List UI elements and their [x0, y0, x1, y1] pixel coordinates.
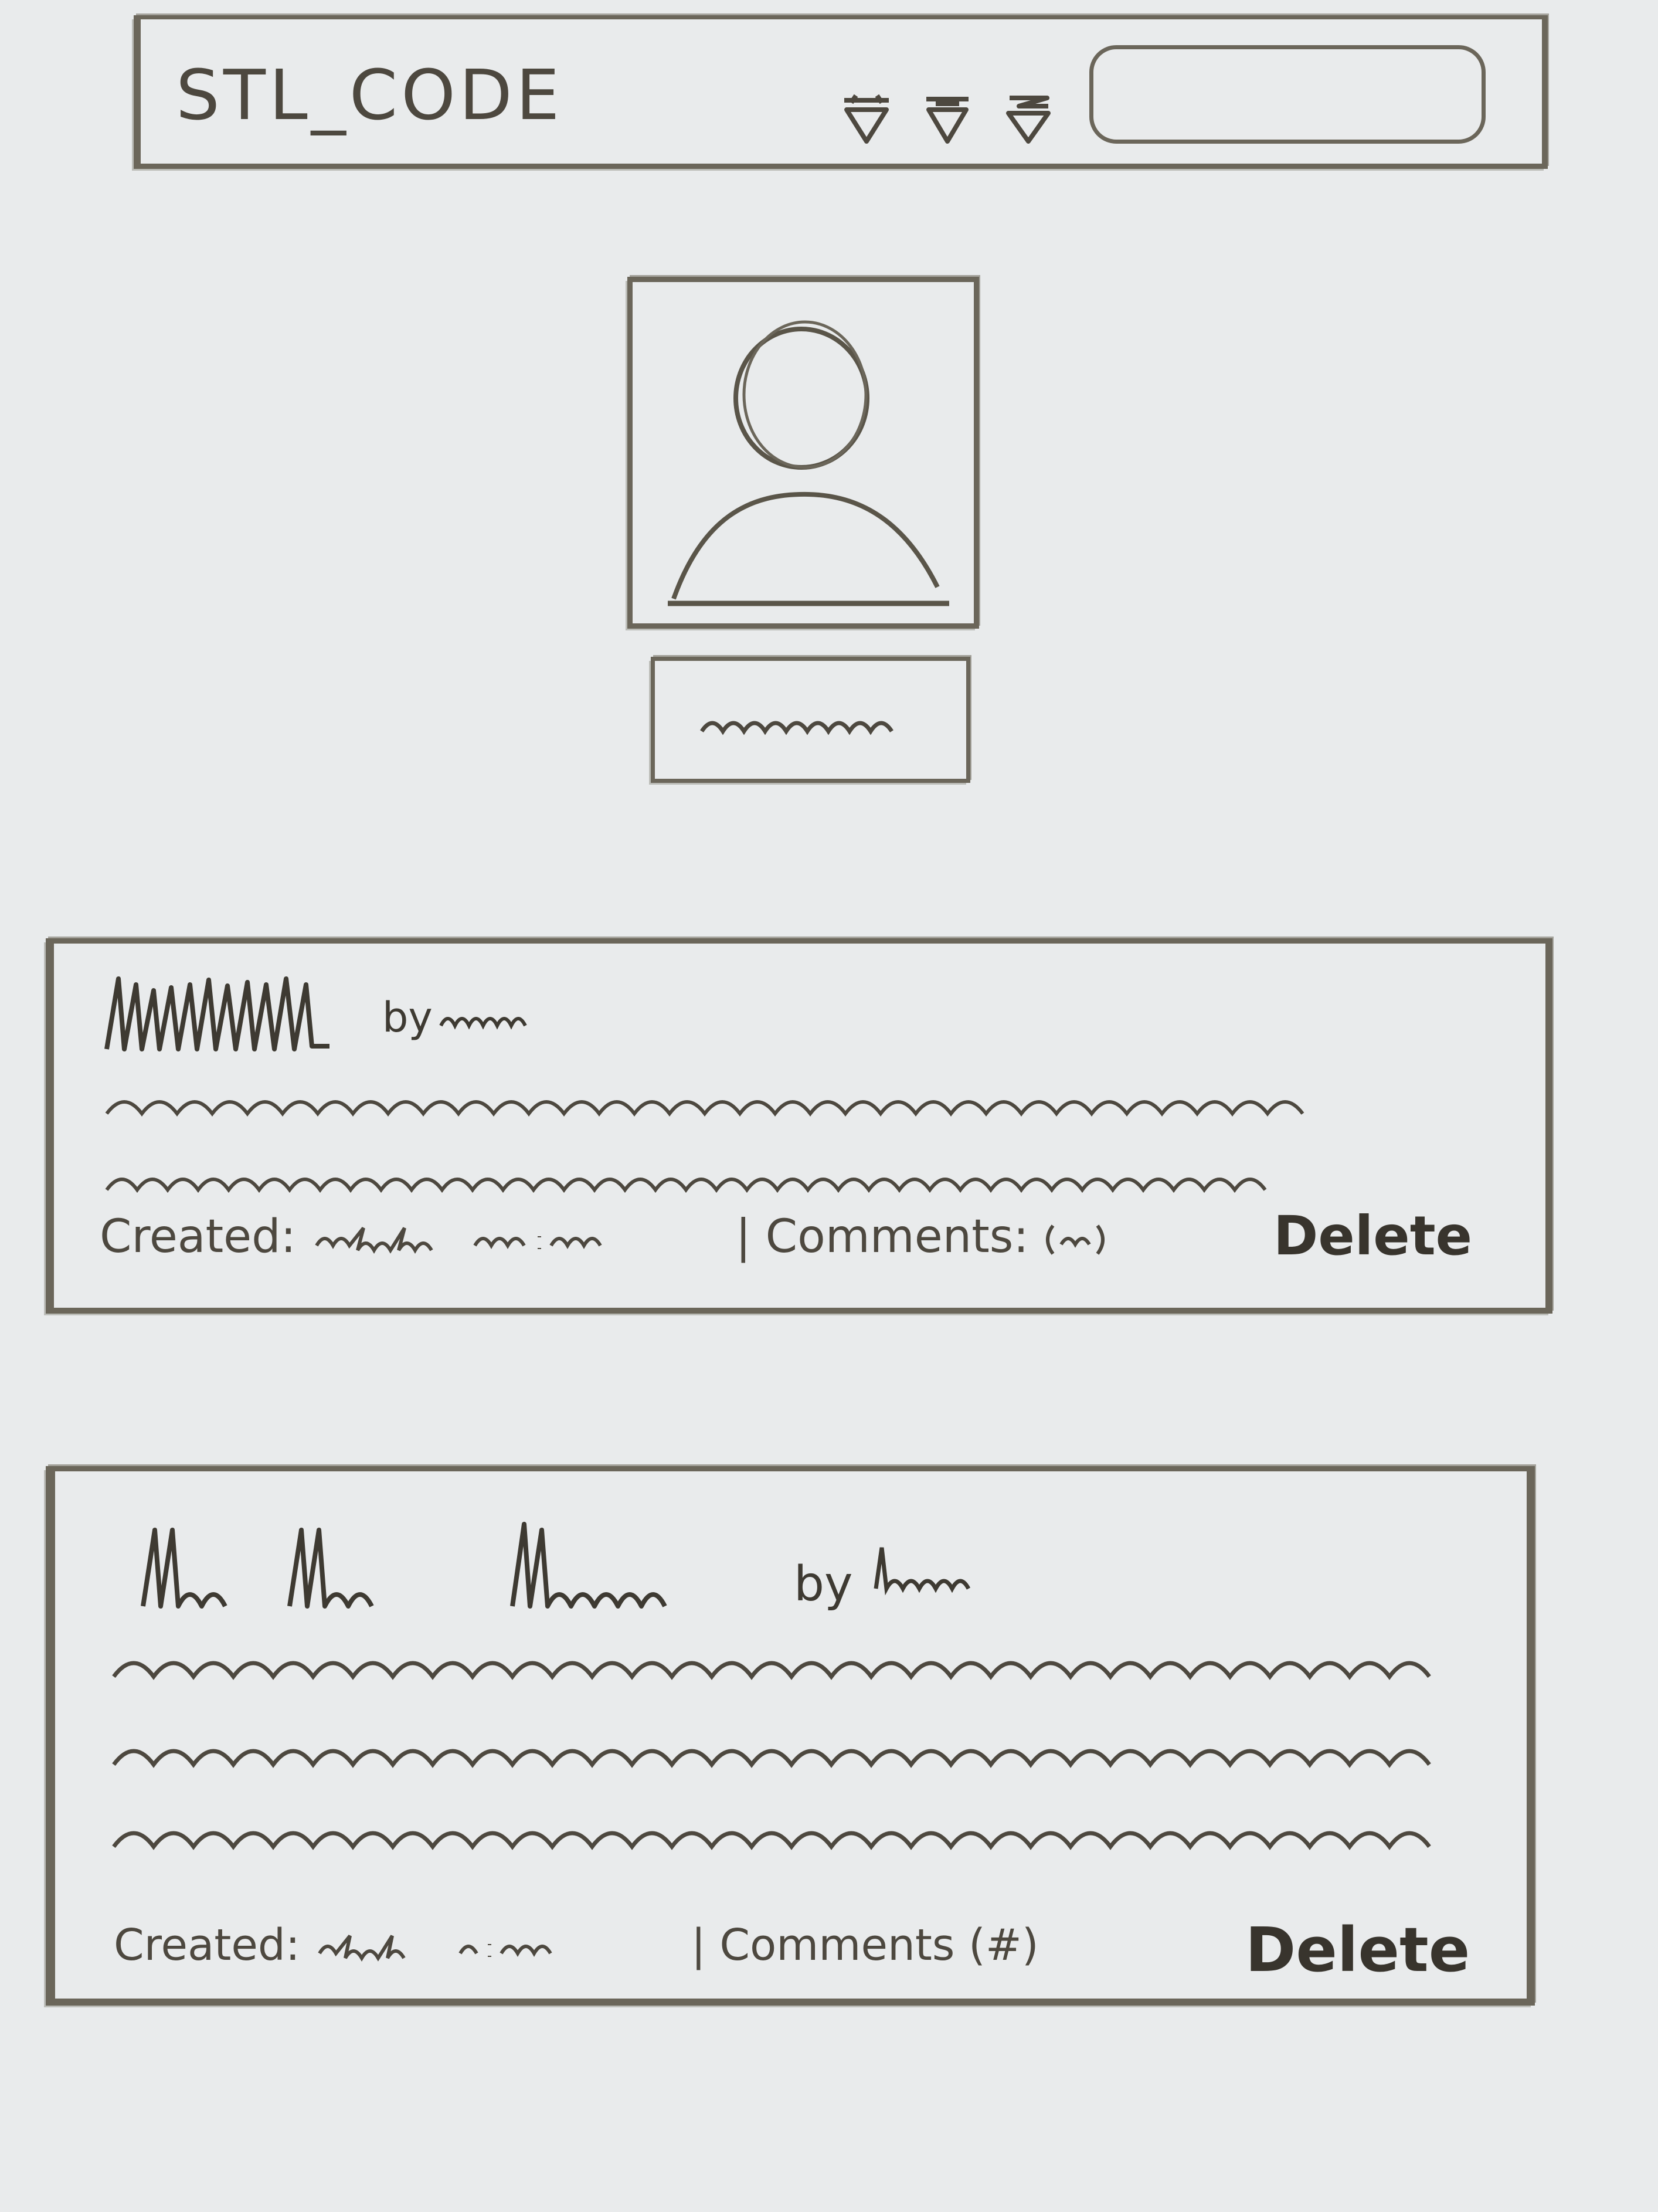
user-avatar-icon [668, 320, 949, 606]
comments-label[interactable]: Comments: [766, 1210, 1029, 1263]
profile-username [651, 657, 970, 783]
post-by-label: by [794, 1556, 853, 1612]
top-nav-bar: STL_CODE [134, 15, 1548, 169]
comments-count: (#) [968, 1920, 1039, 1970]
delete-button[interactable]: Delete [1245, 1914, 1470, 1986]
meta-separator: | [691, 1920, 706, 1970]
nav-icon-1[interactable] [840, 90, 893, 146]
delete-button[interactable]: Delete [1273, 1205, 1472, 1267]
profile-avatar [627, 277, 979, 629]
nav-icon-2[interactable] [920, 90, 974, 146]
comments-label[interactable]: Comments [719, 1920, 954, 1970]
post-by-label: by [382, 993, 433, 1041]
created-date-scribble [318, 1935, 552, 1962]
brand-logo[interactable]: STL_CODE [176, 55, 563, 135]
comments-count-scribble [1045, 1224, 1105, 1255]
created-date-scribble [315, 1226, 602, 1254]
post-meta: Created: | Comments (#) [114, 1920, 1039, 1970]
created-label: Created: [100, 1210, 296, 1263]
search-input[interactable] [1089, 45, 1486, 144]
post-card: by Created: | Comments: Delete [46, 938, 1552, 1314]
post-card: by Created: | Comments (#) Delete [46, 1466, 1535, 2006]
meta-separator: | [735, 1210, 751, 1263]
nav-icon-3[interactable] [1001, 90, 1055, 146]
post-meta: Created: | Comments: [100, 1210, 1108, 1263]
username-scribble [700, 721, 893, 735]
created-label: Created: [114, 1920, 300, 1970]
